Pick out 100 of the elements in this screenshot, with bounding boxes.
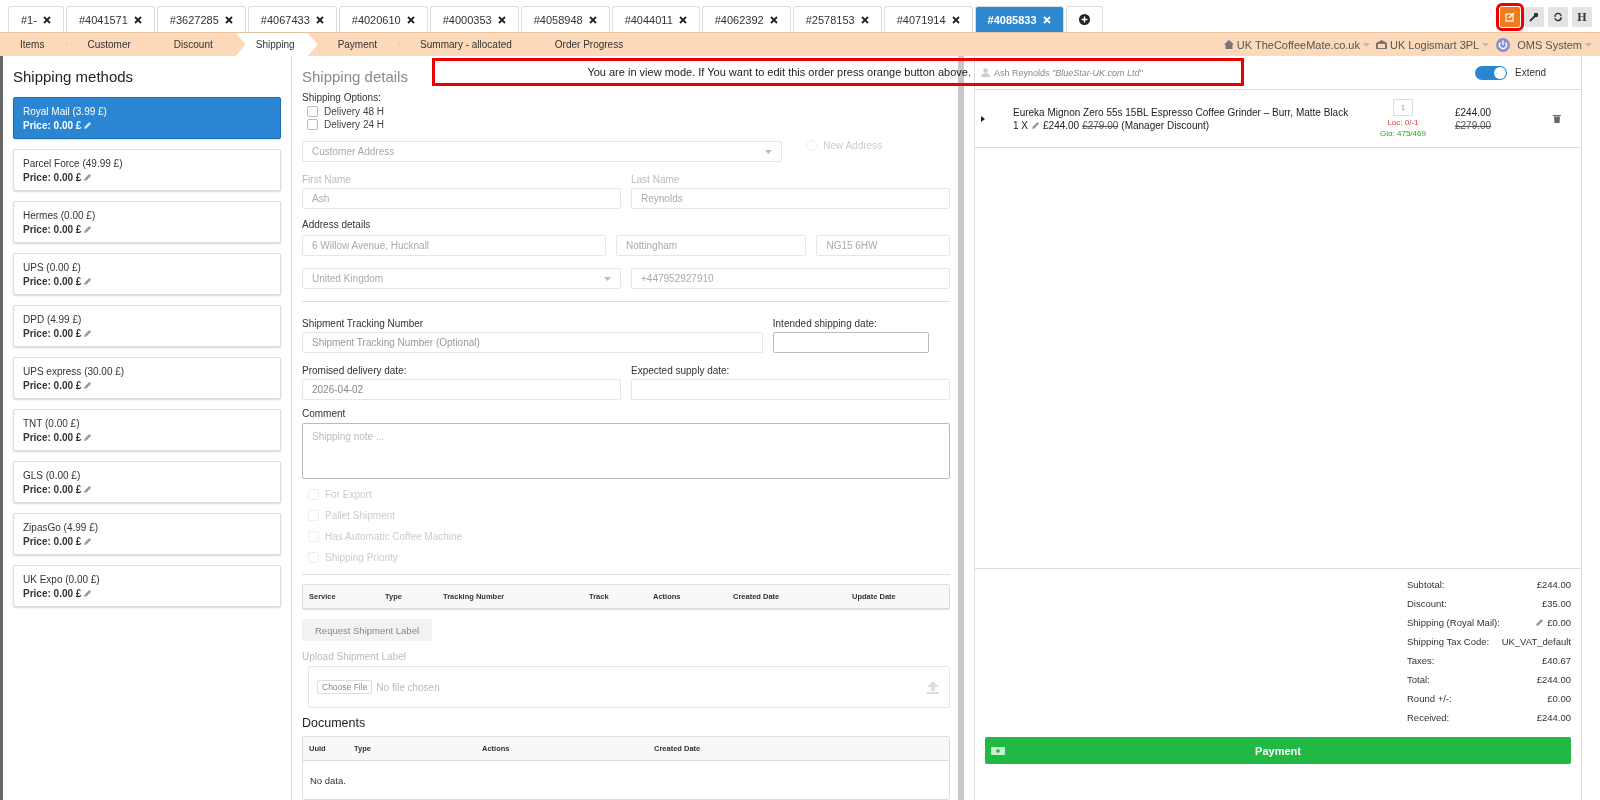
section-title: Documents [302, 716, 367, 730]
wrench-button[interactable] [1524, 7, 1544, 27]
context-menu[interactable]: UK TheCoffeeMate.co.uk [1223, 38, 1370, 51]
pencil-icon[interactable] [83, 536, 93, 546]
user-menu[interactable]: OMS System [1517, 38, 1592, 51]
order-tab[interactable]: #4000353 [429, 6, 519, 32]
step-tab[interactable]: Payment [317, 33, 401, 56]
method-price: Price: 0.00 £ [23, 379, 82, 391]
pencil-icon[interactable] [1535, 618, 1545, 627]
order-tab[interactable]: #4058948 [520, 6, 610, 32]
context-menu[interactable]: UK Logismart 3PL [1375, 38, 1490, 51]
total-label: Round +/-: [1407, 693, 1452, 704]
power-icon[interactable] [1495, 36, 1512, 53]
date-field[interactable] [772, 332, 929, 353]
step-tab[interactable]: Customer [67, 33, 154, 56]
total-label: Subtotal: [1407, 579, 1445, 590]
letter-button[interactable]: H [1572, 7, 1592, 27]
method-name: Parcel Force (49.99 £) [23, 157, 124, 169]
method-price: Price: 0.00 £ [23, 119, 82, 131]
shipping-method-card[interactable]: UK Expo (0.00 £) Price: 0.00 £ [13, 565, 281, 607]
order-tab[interactable]: #4085833 [974, 6, 1064, 32]
order-tab[interactable]: #3627285 [156, 6, 246, 32]
section-title: Shipping details [302, 68, 408, 87]
pencil-icon[interactable] [1031, 120, 1040, 130]
field-label: Shipping Options: [302, 92, 382, 103]
person-icon [981, 68, 990, 77]
order-tab[interactable]: #4041571 [65, 6, 155, 32]
total-label: Shipping (Royal Mail): [1407, 617, 1500, 628]
shipping-method-card[interactable]: ZipasGo (4.99 £) Price: 0.00 £ [13, 513, 281, 555]
close-icon[interactable] [588, 15, 597, 24]
total-label: Total: [1407, 674, 1430, 685]
order-tab[interactable]: #4071914 [883, 6, 973, 32]
step-tab[interactable]: Order Progress [534, 33, 647, 56]
option-checkbox[interactable]: Delivery 48 H [302, 105, 950, 118]
pencil-icon[interactable] [83, 484, 93, 494]
refresh-button[interactable] [1548, 7, 1568, 27]
pencil-icon[interactable] [83, 276, 93, 286]
order-tab[interactable]: #4062392 [701, 6, 791, 32]
field-label: Upload Shipment Label [302, 651, 407, 662]
order-tab[interactable]: #4067433 [247, 6, 337, 32]
panel-title: Shipping methods [13, 68, 135, 85]
order-tab[interactable]: #4044011 [611, 6, 700, 32]
trash-icon[interactable] [1553, 114, 1561, 123]
pencil-icon[interactable] [83, 432, 93, 442]
close-icon[interactable] [133, 15, 142, 24]
shipping-method-card[interactable]: TNT (0.00 £) Price: 0.00 £ [13, 409, 281, 451]
total-value: £244.00 [1536, 712, 1571, 723]
discount-note: (Manager Discount) [1121, 119, 1210, 131]
method-price: Price: 0.00 £ [23, 535, 82, 547]
step-tab[interactable]: Items [0, 33, 68, 56]
shipping-method-card[interactable]: Hermes (0.00 £) Price: 0.00 £ [13, 201, 281, 243]
total-value: £0.00 [1547, 617, 1571, 628]
option-checkbox[interactable]: Delivery 24 H [302, 118, 950, 131]
close-icon[interactable] [860, 15, 869, 24]
pencil-icon[interactable] [83, 120, 93, 130]
close-icon[interactable] [315, 15, 324, 24]
close-icon[interactable] [497, 15, 506, 24]
shipping-method-card[interactable]: Royal Mail (3.99 £) Price: 0.00 £ [13, 97, 281, 139]
method-price: Price: 0.00 £ [23, 431, 82, 443]
pencil-icon[interactable] [83, 380, 93, 390]
order-tab[interactable]: #1- [8, 6, 64, 32]
close-icon[interactable] [678, 15, 687, 24]
wrench-icon [1529, 12, 1539, 22]
pencil-icon[interactable] [83, 172, 93, 182]
expand-icon[interactable] [981, 115, 985, 122]
add-tab-button[interactable] [1065, 6, 1103, 32]
upload-field[interactable]: Choose File No file chosen [308, 666, 950, 708]
pencil-icon[interactable] [83, 224, 93, 234]
shipping-method-card[interactable]: UPS (0.00 £) Price: 0.00 £ [13, 253, 281, 295]
date-field[interactable]: 2026-04-02 [302, 379, 621, 400]
shipping-method-card[interactable]: UPS express (30.00 £) Price: 0.00 £ [13, 357, 281, 399]
order-tab[interactable]: #2578153 [792, 6, 882, 32]
order-tab[interactable]: #4020610 [338, 6, 428, 32]
field-label: Shipment Tracking Number [302, 318, 425, 329]
step-tab[interactable]: Shipping [235, 33, 318, 56]
toggle-label: Extend [1515, 67, 1548, 78]
choose-file-button[interactable]: Choose File [317, 680, 373, 694]
total-label: Received: [1407, 712, 1450, 723]
close-icon[interactable] [951, 15, 960, 24]
total-value: £244.00 [1536, 579, 1571, 590]
building-icon [1375, 40, 1387, 49]
step-tab[interactable]: Summary - allocated [400, 33, 535, 56]
close-icon[interactable] [42, 15, 51, 24]
shipping-method-card[interactable]: GLS (0.00 £) Price: 0.00 £ [13, 461, 281, 503]
method-price: Price: 0.00 £ [23, 483, 82, 495]
home-icon [1223, 40, 1234, 49]
method-price: Price: 0.00 £ [23, 587, 82, 599]
field-label: Promised delivery date: [302, 365, 408, 376]
shipping-method-card[interactable]: Parcel Force (49.99 £) Price: 0.00 £ [13, 149, 281, 191]
pencil-icon[interactable] [83, 328, 93, 338]
step-tab[interactable]: Discount [153, 33, 236, 56]
pencil-icon[interactable] [83, 588, 93, 598]
extend-toggle[interactable] [1475, 65, 1507, 80]
close-icon[interactable] [406, 15, 415, 24]
customer-field[interactable]: Ash Reynolds "BlueStar-UK.com Ltd" [975, 62, 1237, 83]
shipping-method-card[interactable]: DPD (4.99 £) Price: 0.00 £ [13, 305, 281, 347]
close-icon[interactable] [769, 15, 778, 24]
file-status: No file chosen [376, 681, 440, 693]
close-icon[interactable] [224, 15, 233, 24]
method-name: Royal Mail (3.99 £) [23, 105, 108, 117]
